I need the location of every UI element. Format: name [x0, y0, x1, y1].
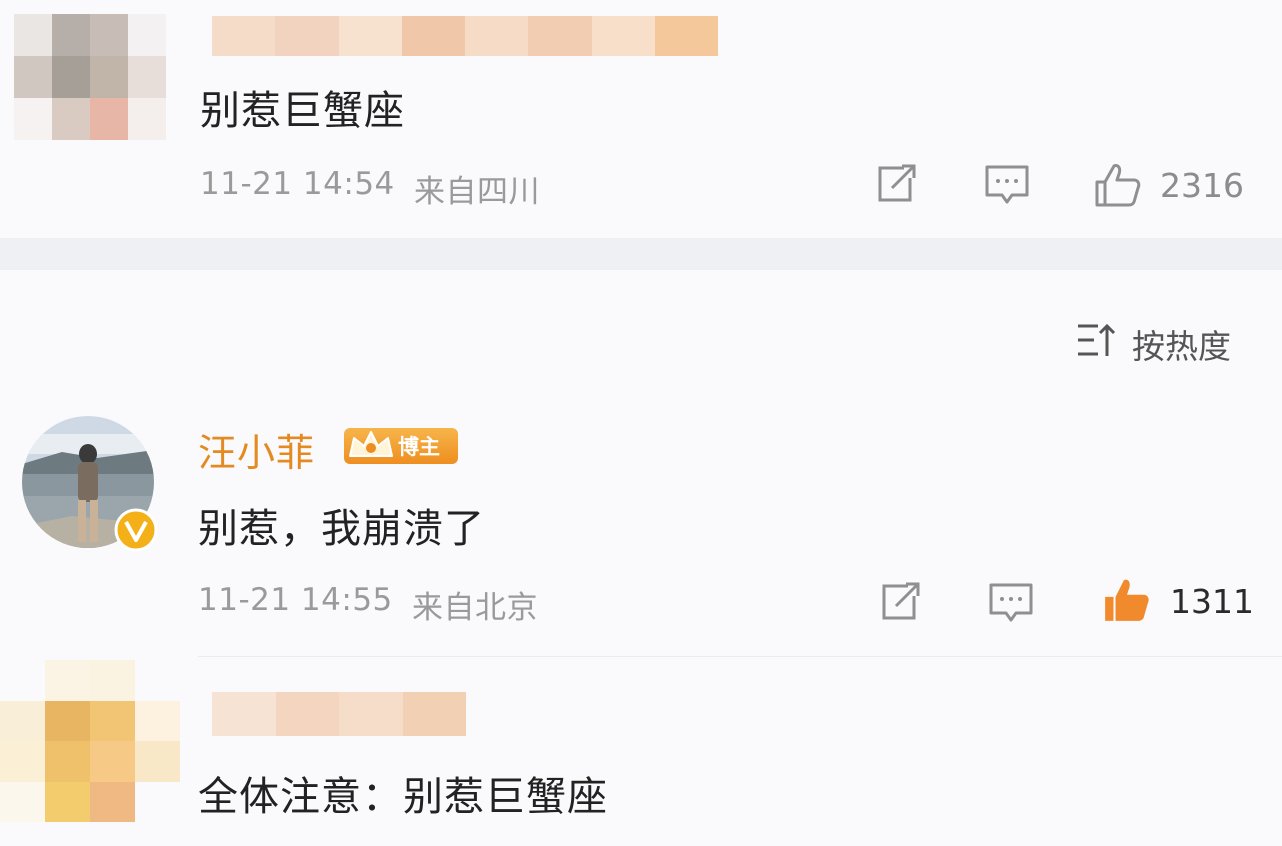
username-blurred[interactable]: [212, 692, 466, 736]
section-divider: [0, 238, 1282, 270]
crown-icon: [349, 431, 393, 457]
comment-icon[interactable]: [988, 582, 1034, 624]
blogger-badge: 博主: [344, 428, 458, 464]
share-icon[interactable]: [874, 164, 918, 204]
comment-text: 全体注意：别惹巨蟹座: [198, 774, 608, 820]
comment-card-1: 别惹巨蟹座 11-21 14:54 来自四川 2316: [0, 0, 1282, 238]
comment-text: 别惹，我崩溃了: [198, 506, 485, 552]
username[interactable]: 汪小菲: [198, 422, 315, 477]
sort-by-hot[interactable]: 按热度: [1132, 320, 1231, 368]
verified-badge-icon: [114, 508, 158, 552]
sort-icon[interactable]: [1076, 322, 1116, 358]
avatar-blurred[interactable]: [14, 14, 166, 140]
comment-card-2: 汪小菲 博主 别惹，我崩溃了 11-21 14:55 来自北京 1311: [0, 400, 1282, 650]
like-count: 2316: [1160, 166, 1244, 205]
comment-icon[interactable]: [984, 164, 1030, 206]
avatar-blurred[interactable]: [0, 660, 180, 822]
comment-text: 别惹巨蟹座: [200, 88, 405, 134]
comment-location: 来自北京: [412, 590, 538, 626]
thumbs-up-icon[interactable]: [1102, 576, 1152, 624]
comment-time: 11-21 14:54: [200, 166, 395, 202]
share-icon[interactable]: [878, 582, 922, 622]
comment-time: 11-21 14:55: [198, 582, 393, 618]
badge-label: 博主: [398, 435, 440, 459]
thumbs-up-icon[interactable]: [1094, 162, 1142, 208]
comment-separator: [198, 656, 1282, 657]
comment-location: 来自四川: [414, 174, 540, 210]
like-count: 1311: [1170, 582, 1254, 621]
username-blurred[interactable]: [212, 16, 718, 56]
